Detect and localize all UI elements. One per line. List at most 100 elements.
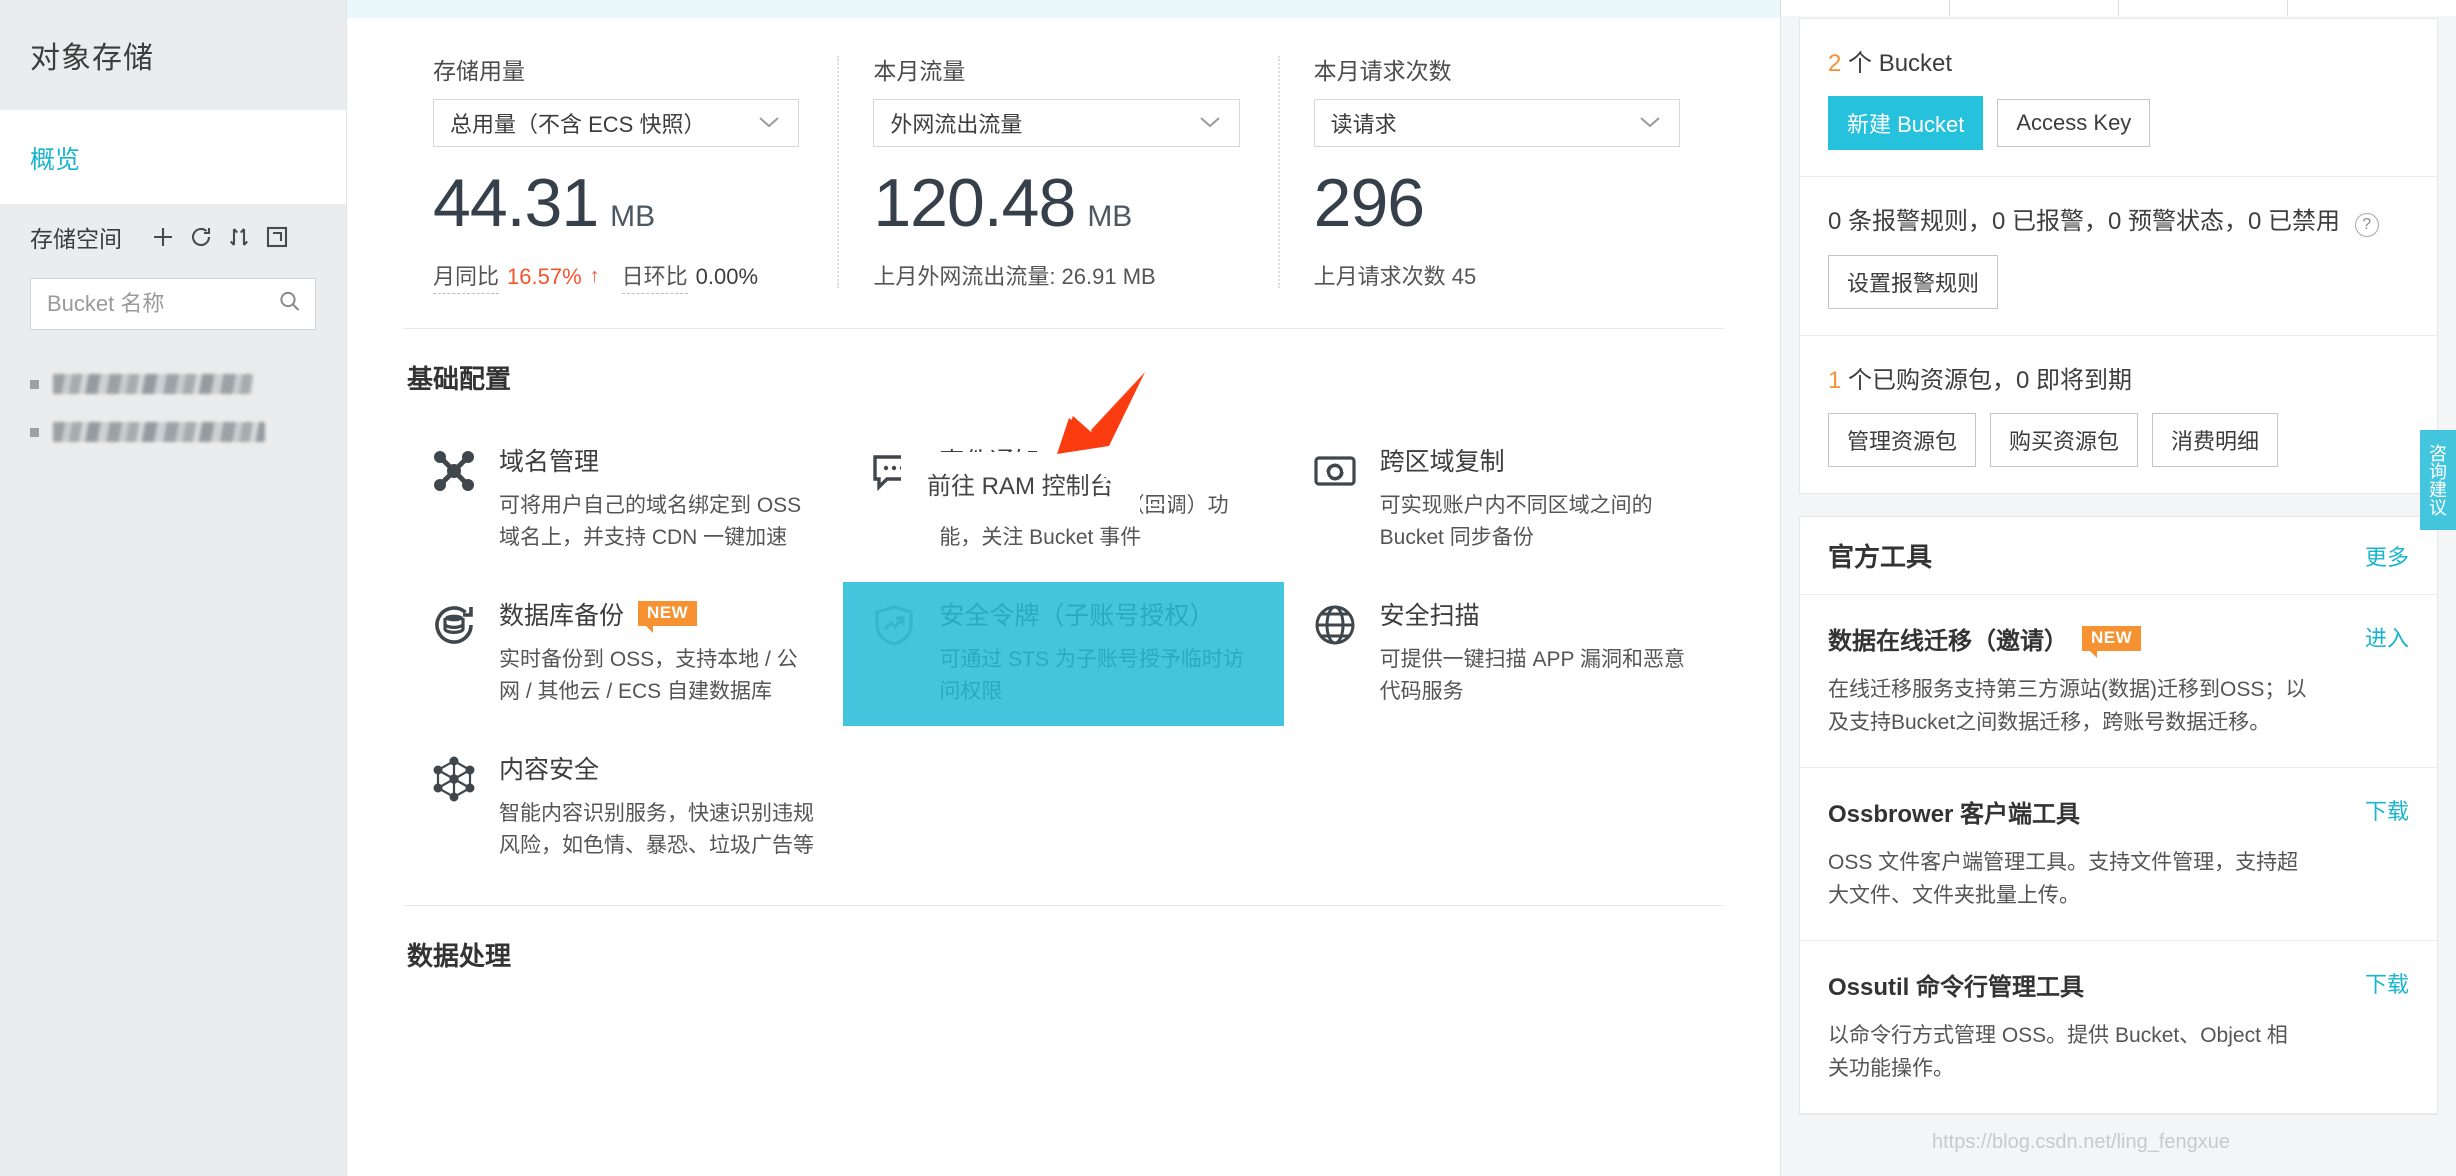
expand-icon[interactable]: [262, 222, 292, 252]
tool-top-row: Ossbrower 客户端工具 下载: [1828, 794, 2409, 829]
dod-label: 日环比: [621, 259, 688, 294]
access-key-button[interactable]: Access Key: [1997, 99, 2151, 147]
feedback-side-tab[interactable]: 咨询建议: [2420, 430, 2456, 530]
buy-resource-button[interactable]: 购买资源包: [1990, 413, 2139, 467]
security-scan-icon: [1312, 596, 1358, 708]
sidebar-item-overview[interactable]: 概览: [30, 140, 316, 176]
search-icon[interactable]: [277, 289, 303, 320]
bucket-actions: 新建 Bucket Access Key: [1828, 96, 2409, 150]
tool-item-data-migration[interactable]: 数据在线迁移（邀请） NEW 进入 在线迁移服务支持第三方源站(数据)迁移到OS…: [1800, 595, 2437, 769]
feature-security-scan[interactable]: 安全扫描 可提供一键扫描 APP 漏洞和恶意代码服务: [1284, 582, 1724, 726]
tool-item-ossutil[interactable]: Ossutil 命令行管理工具 下载 以命令行方式管理 OSS。提供 Bucke…: [1800, 941, 2437, 1115]
chevron-down-icon: [756, 110, 782, 136]
bucket-search[interactable]: [30, 278, 316, 330]
metric-storage-usage: 存储用量 总用量（不含 ECS 快照） 44.31 MB 月同比 16.57% …: [403, 52, 843, 294]
last-month-requests: 上月请求次数 45: [1313, 264, 1477, 289]
create-bucket-button[interactable]: 新建 Bucket: [1828, 96, 1984, 150]
list-item[interactable]: [0, 360, 346, 408]
feature-title-text: 安全令牌（子账号授权）: [939, 601, 1215, 630]
mom-value: 16.57%: [507, 263, 582, 289]
metric-label: 存储用量: [433, 58, 525, 84]
tool-desc: 在线迁移服务支持第三方源站(数据)迁移到OSS；以及支持Bucket之间数据迁移…: [1828, 678, 2307, 734]
feature-domain-management[interactable]: 域名管理 可将用户自己的域名绑定到 OSS 域名上，并支持 CDN 一键加速: [403, 428, 843, 572]
sort-icon[interactable]: [224, 222, 254, 252]
feature-title: 数据库备份 NEW: [499, 596, 817, 634]
tool-name-text: Ossutil 命令行管理工具: [1828, 974, 2085, 1002]
tool-name: Ossbrower 客户端工具: [1828, 794, 2080, 829]
bucket-summary-card: 2 个 Bucket 新建 Bucket Access Key 0 条报警规则，…: [1799, 18, 2438, 494]
feature-body: 安全扫描 可提供一键扫描 APP 漏洞和恶意代码服务: [1380, 596, 1698, 708]
question-icon[interactable]: ?: [2354, 213, 2379, 237]
tool-desc: OSS 文件客户端管理工具。支持文件管理，支持超大文件、文件夹批量上传。: [1828, 851, 2299, 907]
section-title: 数据处理: [407, 941, 512, 972]
tool-action-link[interactable]: 下载: [2365, 967, 2409, 999]
traffic-metric-select[interactable]: 外网流出流量: [873, 99, 1240, 147]
tools-title: 官方工具: [1828, 542, 1933, 572]
request-metric-select[interactable]: 读请求: [1313, 99, 1680, 147]
last-month-traffic: 上月外网流出流量: 26.91 MB: [873, 264, 1156, 289]
feature-database-backup[interactable]: 数据库备份 NEW 实时备份到 OSS，支持本地 / 公网 / 其他云 / EC…: [403, 582, 843, 726]
help-button[interactable]: 帮助: [1080, 453, 1168, 506]
feature-content-safety[interactable]: 内容安全 智能内容识别服务，快速识别违规风险，如色情、暴恐、垃圾广告等: [403, 736, 843, 880]
feature-title-text: 安全扫描: [1379, 601, 1480, 630]
select-value: 读请求: [1330, 112, 1397, 137]
feature-title: 安全扫描: [1380, 596, 1698, 632]
feature-body: 安全令牌（子账号授权） 可通过 STS 为子账号授予临时访问权限: [939, 596, 1257, 708]
feature-body: 跨区域复制 可实现账户内不同区域之间的 Bucket 同步备份: [1380, 442, 1698, 554]
alarm-summary-line: 0 条报警规则，0 已报警，0 预警状态，0 已禁用 ?: [1828, 201, 2409, 237]
resource-summary-text: 个已购资源包，0 即将到期: [1848, 367, 2133, 394]
feature-desc: 可将用户自己的域名绑定到 OSS 域名上，并支持 CDN 一键加速: [499, 494, 802, 549]
manage-resource-button[interactable]: 管理资源包: [1828, 413, 1977, 467]
metric-label: 本月请求次数: [1313, 58, 1452, 84]
metric-monthly-requests: 本月请求次数 读请求 296 上月请求次数 45: [1277, 52, 1724, 294]
billing-detail-button[interactable]: 消费明细: [2152, 413, 2279, 467]
oss-console-page: 对象存储 概览 存储空间 Bucket 名称 存储用量 总用量（不含 ECS 快…: [0, 0, 2456, 1176]
cross-region-icon: [1312, 442, 1358, 554]
bullet-icon: [30, 379, 39, 389]
tool-top-row: Ossutil 命令行管理工具 下载: [1828, 967, 2409, 1002]
metric-value: 296: [1313, 165, 1425, 241]
tool-name-text: Ossbrower 客户端工具: [1828, 801, 2081, 829]
metrics-row: 存储用量 总用量（不含 ECS 快照） 44.31 MB 月同比 16.57% …: [403, 18, 1724, 329]
feature-cross-region-replication[interactable]: 跨区域复制 可实现账户内不同区域之间的 Bucket 同步备份: [1284, 428, 1724, 572]
tool-item-ossbrowser[interactable]: Ossbrower 客户端工具 下载 OSS 文件客户端管理工具。支持文件管理，…: [1800, 768, 2437, 942]
tab-placeholder: [2118, 0, 2287, 16]
feature-title-text: 跨区域复制: [1379, 448, 1505, 476]
status-badge: NEW: [2082, 626, 2142, 658]
resource-actions: 管理资源包 购买资源包 消费明细: [1828, 413, 2409, 467]
list-item[interactable]: [0, 408, 346, 456]
metric-unit: MB: [1087, 200, 1133, 233]
content-safety-icon: [431, 750, 477, 862]
refresh-icon[interactable]: [186, 222, 216, 252]
select-value: 外网流出流量: [890, 112, 1023, 137]
sidebar-title-bar: 对象存储: [0, 0, 346, 110]
feature-title: 域名管理: [499, 442, 817, 478]
set-alarm-rule-button[interactable]: 设置报警规则: [1828, 255, 1999, 309]
feature-desc: 可提供一键扫描 APP 漏洞和恶意代码服务: [1379, 647, 1685, 703]
storage-metric-select[interactable]: 总用量（不含 ECS 快照）: [433, 99, 800, 147]
feature-title-text: 域名管理: [499, 448, 600, 476]
plus-icon[interactable]: [148, 222, 178, 252]
main-content: 存储用量 总用量（不含 ECS 快照） 44.31 MB 月同比 16.57% …: [347, 0, 1780, 1176]
feature-title-text: 内容安全: [499, 755, 600, 784]
domain-hub-icon: [431, 442, 477, 554]
official-tools-card: 官方工具 更多 数据在线迁移（邀请） NEW 进入 在线迁移服务支持第三方源站(…: [1799, 516, 2438, 1116]
chevron-down-icon: [1197, 110, 1223, 136]
search-input[interactable]: [31, 279, 315, 329]
more-link[interactable]: 更多: [2365, 540, 2409, 572]
tab-placeholder: [1780, 0, 1949, 16]
arrow-up-icon: ↑: [589, 265, 600, 287]
feature-security-token[interactable]: 安全令牌（子账号授权） 可通过 STS 为子账号授予临时访问权限: [843, 581, 1284, 726]
left-sidebar: 对象存储 概览 存储空间: [0, 0, 347, 1176]
tool-action-link[interactable]: 下载: [2365, 794, 2409, 826]
sidebar-section-header: 存储空间: [0, 204, 346, 270]
bucket-count: 2: [1828, 50, 1842, 77]
tool-action-link[interactable]: 进入: [2365, 621, 2409, 653]
tool-desc: 以命令行方式管理 OSS。提供 Bucket、Object 相关功能操作。: [1828, 1024, 2288, 1080]
tool-name: 数据在线迁移（邀请） NEW: [1828, 621, 2142, 658]
feature-title: 内容安全: [499, 750, 817, 786]
database-backup-icon: [431, 596, 477, 708]
sidebar-section-title: 存储空间: [30, 226, 122, 252]
feature-desc: 实时备份到 OSS，支持本地 / 公网 / 其他云 / ECS 自建数据库: [499, 647, 798, 703]
data-processing-section: 数据处理: [403, 905, 1724, 973]
